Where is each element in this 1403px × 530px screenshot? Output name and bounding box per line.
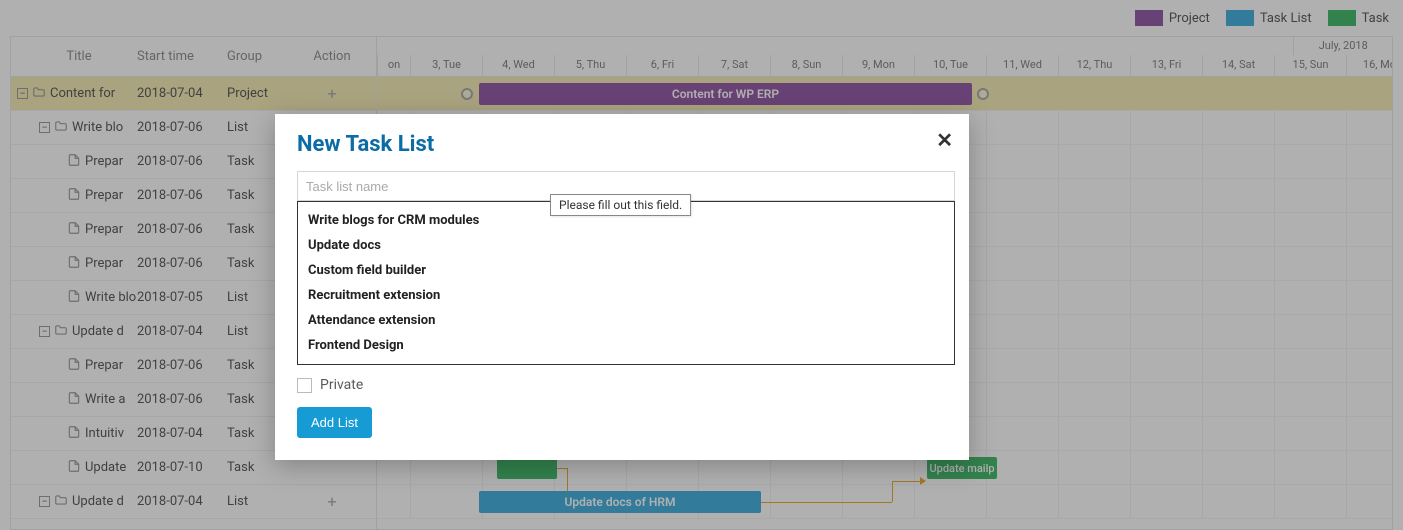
validation-tooltip: Please fill out this field. [550, 194, 691, 216]
suggestion-item[interactable]: Update docs [308, 233, 944, 258]
new-task-list-modal: New Task List ✕ Please fill out this fie… [275, 114, 969, 460]
private-checkbox[interactable] [297, 378, 312, 393]
close-icon[interactable]: ✕ [936, 128, 953, 152]
suggestion-item[interactable]: Recruitment extension [308, 283, 944, 308]
suggestion-item[interactable]: Custom field builder [308, 258, 944, 283]
add-list-button[interactable]: Add List [297, 407, 372, 438]
suggestion-item[interactable]: Attendance extension [308, 308, 944, 333]
suggestion-item[interactable]: Frontend Design [308, 333, 944, 358]
private-checkbox-row[interactable]: Private [297, 377, 947, 393]
modal-title: New Task List [297, 132, 947, 157]
task-list-suggestions[interactable]: Write blogs for CRM modulesUpdate docsCu… [297, 201, 955, 365]
private-label: Private [320, 377, 363, 393]
